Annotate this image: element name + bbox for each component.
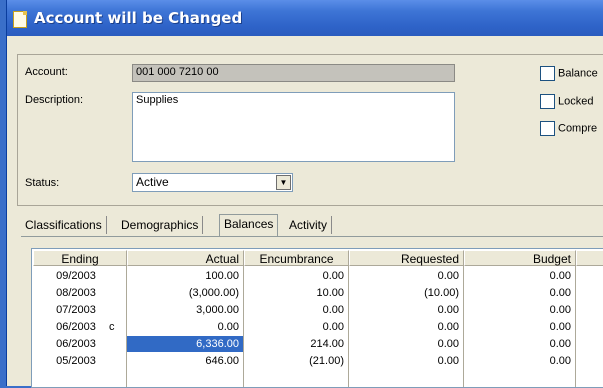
ending-cell[interactable]: 09/2003 — [33, 268, 119, 284]
encumbrance-cell[interactable]: 214.00 — [244, 336, 348, 352]
budget-cell[interactable]: 0.00 — [464, 302, 575, 318]
encumbrance-cell[interactable]: (21.00) — [244, 353, 348, 369]
actual-cell[interactable]: 646.00 — [127, 353, 243, 369]
checkbox-box[interactable] — [540, 121, 555, 136]
account-field: 001 000 7210 00 — [132, 64, 455, 82]
balance-checkbox[interactable]: Balance — [540, 66, 598, 81]
ending-cell[interactable]: 06/2003 — [33, 319, 119, 335]
budget-cell[interactable]: 0.00 — [464, 268, 575, 284]
table-row[interactable]: 06/2003 c 0.00 0.00 0.00 0.00 — [32, 319, 603, 335]
requested-cell[interactable]: 0.00 — [349, 268, 463, 284]
table-row[interactable]: 09/2003 100.00 0.00 0.00 0.00 — [32, 268, 603, 284]
ending-cell[interactable]: 06/2003 — [33, 336, 119, 352]
actual-cell[interactable]: (3,000.00) — [127, 285, 243, 301]
tab-demographics[interactable]: Demographics — [117, 216, 204, 234]
locked-checkbox-label: Locked — [558, 95, 594, 108]
requested-cell[interactable]: 0.00 — [349, 353, 463, 369]
column-header-blank — [576, 250, 603, 266]
encumbrance-cell[interactable]: 10.00 — [244, 285, 348, 301]
column-header-actual[interactable]: Actual — [127, 250, 244, 266]
locked-checkbox[interactable]: Locked — [540, 94, 593, 109]
table-row[interactable]: 07/2003 3,000.00 0.00 0.00 0.00 — [32, 302, 603, 318]
encumbrance-cell[interactable]: 0.00 — [244, 319, 348, 335]
tab-classifications[interactable]: Classifications — [21, 216, 107, 234]
tab-activity[interactable]: Activity — [285, 216, 333, 234]
tab-balances[interactable]: Balances — [219, 214, 279, 236]
checkbox-box[interactable] — [540, 94, 555, 109]
column-header-budget[interactable]: Budget — [464, 250, 576, 266]
table-row[interactable]: 08/2003 (3,000.00) 10.00 (10.00) 0.00 — [32, 285, 603, 301]
actual-cell[interactable]: 100.00 — [127, 268, 243, 284]
table-row[interactable]: 05/2003 646.00 (21.00) 0.00 0.00 — [32, 353, 603, 369]
account-label: Account: — [25, 66, 68, 78]
requested-cell[interactable]: (10.00) — [349, 285, 463, 301]
ending-cell[interactable]: 07/2003 — [33, 302, 119, 318]
ending-cell[interactable]: 05/2003 — [33, 353, 119, 369]
window-title: Account will be Changed — [34, 9, 243, 27]
description-label: Description: — [25, 94, 84, 106]
requested-cell[interactable]: 0.00 — [349, 336, 463, 352]
budget-cell[interactable]: 0.00 — [464, 319, 575, 335]
status-value: Active — [136, 175, 169, 189]
document-icon — [13, 11, 27, 28]
encumbrance-cell[interactable]: 0.00 — [244, 268, 348, 284]
compress-checkbox[interactable]: Compre — [540, 121, 597, 136]
actual-cell-selected[interactable]: 6,336.00 — [127, 336, 243, 352]
actual-cell[interactable]: 0.00 — [127, 319, 243, 335]
status-dropdown[interactable]: Active ▼ — [132, 173, 293, 192]
budget-cell[interactable]: 0.00 — [464, 353, 575, 369]
column-header-requested[interactable]: Requested — [349, 250, 464, 266]
column-header-encumbrance[interactable]: Encumbrance — [244, 250, 349, 266]
ending-cell[interactable]: 08/2003 — [33, 285, 119, 301]
title-bar[interactable]: Account will be Changed — [7, 0, 603, 36]
dialog-window: Account will be Changed Account: 001 000… — [6, 0, 603, 388]
requested-cell[interactable]: 0.00 — [349, 319, 463, 335]
balances-grid[interactable]: Ending Actual Encumbrance Requested Budg… — [31, 248, 603, 388]
budget-cell[interactable]: 0.00 — [464, 285, 575, 301]
budget-cell[interactable]: 0.00 — [464, 336, 575, 352]
actual-cell[interactable]: 3,000.00 — [127, 302, 243, 318]
encumbrance-cell[interactable]: 0.00 — [244, 302, 348, 318]
chevron-down-icon[interactable]: ▼ — [276, 175, 291, 190]
description-field[interactable]: Supplies — [132, 92, 455, 162]
closed-flag: c — [109, 321, 115, 333]
status-label: Status: — [25, 177, 60, 189]
table-row[interactable]: 06/2003 6,336.00 214.00 0.00 0.00 — [32, 336, 603, 352]
compress-checkbox-label: Compre — [558, 122, 598, 135]
requested-cell[interactable]: 0.00 — [349, 302, 463, 318]
checkbox-box[interactable] — [540, 66, 555, 81]
column-header-ending[interactable]: Ending — [33, 250, 127, 266]
balance-checkbox-label: Balance — [558, 67, 598, 80]
